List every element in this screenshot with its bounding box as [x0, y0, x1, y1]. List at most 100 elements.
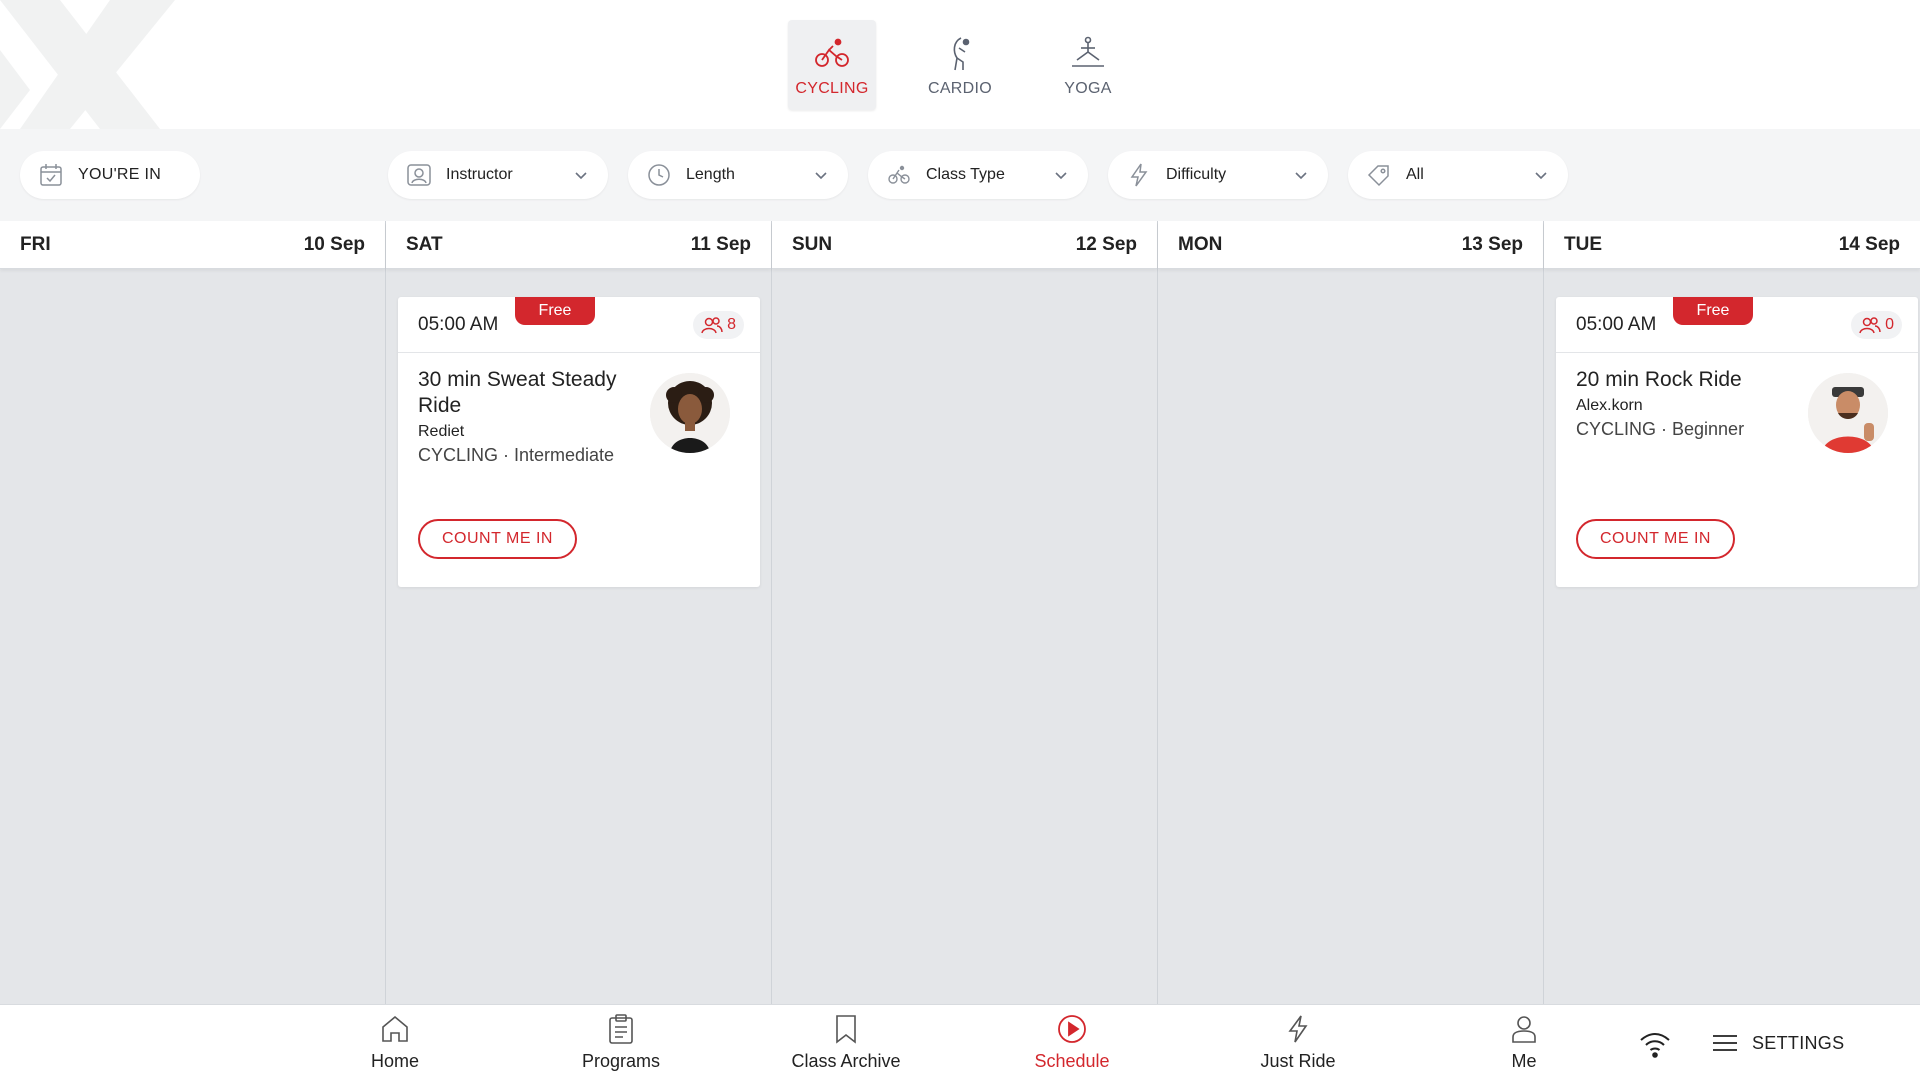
nav-programs-label: Programs	[581, 1051, 661, 1071]
price-filter[interactable]: All	[1348, 151, 1568, 199]
instructor-filter-label: Instructor	[446, 166, 513, 183]
free-badge: Free	[1673, 297, 1753, 325]
day-column-sun: SUN 12 Sep	[772, 221, 1158, 1004]
nav-just-ride-label: Just Ride	[1260, 1051, 1336, 1071]
nav-programs[interactable]: Programs	[556, 1013, 686, 1075]
bookmark-icon	[836, 1015, 856, 1044]
nav-schedule-label: Schedule	[1034, 1051, 1110, 1071]
nav-home[interactable]: Home	[330, 1013, 460, 1075]
chevron-down-icon	[1055, 172, 1067, 180]
tag-icon	[1367, 165, 1389, 187]
difficulty-filter[interactable]: Difficulty	[1108, 151, 1328, 199]
wifi-icon	[1640, 1033, 1670, 1058]
price-filter-label: All	[1406, 166, 1424, 183]
tab-cycling[interactable]: CYCLING	[788, 20, 876, 110]
length-filter[interactable]: Length	[628, 151, 848, 199]
day-name: TUE	[1564, 233, 1602, 255]
nav-just-ride[interactable]: Just Ride	[1233, 1013, 1363, 1075]
brand-logo	[0, 0, 180, 129]
class-title: 30 min Sweat Steady Ride	[418, 368, 617, 417]
schedule-week: FRI 10 Sep SAT 11 Sep 05:00 AM Free 8 30…	[0, 221, 1920, 1004]
yoga-icon	[1072, 36, 1104, 67]
class-card[interactable]: 05:00 AM Free 8 30 min Sweat Steady Ride…	[398, 297, 760, 587]
calendar-check-icon	[40, 164, 62, 186]
bottom-nav: Home Programs Class Archive Schedule Jus…	[0, 1004, 1920, 1080]
length-filter-label: Length	[686, 166, 735, 183]
nav-me-label: Me	[1511, 1051, 1537, 1071]
instructor-icon	[407, 164, 431, 186]
nav-me[interactable]: Me	[1459, 1013, 1589, 1075]
chevron-down-icon	[575, 172, 587, 180]
users-icon	[701, 317, 723, 334]
tab-cardio-label: CARDIO	[927, 80, 993, 97]
day-date: 14 Sep	[1838, 233, 1900, 255]
instructor-filter[interactable]: Instructor	[388, 151, 608, 199]
nav-class-archive[interactable]: Class Archive	[781, 1013, 911, 1075]
day-header: FRI 10 Sep	[0, 221, 385, 269]
tab-yoga-label: YOGA	[1064, 80, 1112, 97]
bike-icon	[888, 165, 910, 184]
difficulty-filter-label: Difficulty	[1166, 166, 1227, 183]
tab-cardio[interactable]: CARDIO	[916, 20, 1004, 110]
nav-home-label: Home	[370, 1051, 419, 1071]
day-name: MON	[1178, 233, 1223, 255]
day-column-tue: TUE 14 Sep 05:00 AM Free 0 20 min Rock R…	[1544, 221, 1920, 1004]
day-date: 12 Sep	[1075, 233, 1137, 255]
day-date: 10 Sep	[303, 233, 365, 255]
nav-class-archive-label: Class Archive	[791, 1051, 901, 1071]
class-card-body: 30 min Sweat Steady Ride Rediet CYCLING …	[398, 353, 760, 587]
lightning-icon	[1288, 1015, 1308, 1043]
class-type-filter-label: Class Type	[926, 166, 1005, 183]
participant-count-badge: 8	[693, 311, 744, 339]
play-circle-icon	[1058, 1015, 1086, 1043]
lightning-icon	[1130, 163, 1148, 187]
day-name: SUN	[792, 233, 833, 255]
participant-count: 0	[1885, 316, 1894, 333]
top-header: CYCLING CARDIO YOGA	[0, 0, 1920, 129]
day-date: 13 Sep	[1461, 233, 1523, 255]
day-column-mon: MON 13 Sep	[1158, 221, 1544, 1004]
class-card-header: 05:00 AM Free 0	[1556, 297, 1918, 353]
class-card-body: 20 min Rock Ride Alex.korn CYCLING · Beg…	[1556, 353, 1918, 587]
home-icon	[382, 1015, 408, 1042]
tab-cycling-label: CYCLING	[795, 80, 869, 97]
day-date: 11 Sep	[690, 233, 751, 255]
day-column-fri: FRI 10 Sep	[0, 221, 386, 1004]
settings-button[interactable]: SETTINGS	[1712, 1025, 1844, 1061]
filter-bar: YOU'RE IN Instructor Length Class Type D…	[0, 129, 1920, 221]
cardio-icon	[953, 37, 970, 71]
class-card[interactable]: 05:00 AM Free 0 20 min Rock Ride Alex.ko…	[1556, 297, 1918, 587]
user-icon	[1512, 1016, 1536, 1043]
clock-icon	[648, 164, 670, 186]
chevron-down-icon	[1535, 172, 1547, 180]
instructor-avatar	[650, 373, 730, 453]
count-me-in-button[interactable]: COUNT ME IN	[418, 519, 577, 559]
chevron-down-icon	[1295, 172, 1307, 180]
youre-in-filter[interactable]: YOU'RE IN	[20, 151, 200, 199]
class-type-filter[interactable]: Class Type	[868, 151, 1088, 199]
youre-in-label: YOU'RE IN	[78, 166, 162, 183]
day-column-sat: SAT 11 Sep 05:00 AM Free 8 30 min Sweat …	[386, 221, 772, 1004]
instructor-avatar	[1808, 373, 1888, 453]
count-me-in-button[interactable]: COUNT ME IN	[1576, 519, 1735, 559]
day-name: FRI	[20, 233, 51, 255]
free-badge: Free	[515, 297, 595, 325]
day-header: SUN 12 Sep	[772, 221, 1157, 269]
menu-icon	[1713, 1035, 1737, 1051]
class-title: 20 min Rock Ride	[1576, 368, 1742, 391]
nav-schedule[interactable]: Schedule	[1007, 1013, 1137, 1075]
class-time: 05:00 AM	[418, 313, 499, 335]
users-icon	[1859, 317, 1881, 334]
day-header: MON 13 Sep	[1158, 221, 1543, 269]
settings-label: SETTINGS	[1752, 1032, 1845, 1053]
tab-yoga[interactable]: YOGA	[1044, 20, 1132, 110]
class-card-header: 05:00 AM Free 8	[398, 297, 760, 353]
participant-count-badge: 0	[1851, 311, 1902, 339]
class-time: 05:00 AM	[1576, 313, 1657, 335]
day-header: SAT 11 Sep	[386, 221, 771, 269]
day-header: TUE 14 Sep	[1544, 221, 1920, 269]
clipboard-icon	[609, 1014, 633, 1044]
cycling-icon	[815, 38, 849, 67]
day-name: SAT	[406, 233, 443, 255]
category-tabs: CYCLING CARDIO YOGA	[788, 20, 1132, 110]
